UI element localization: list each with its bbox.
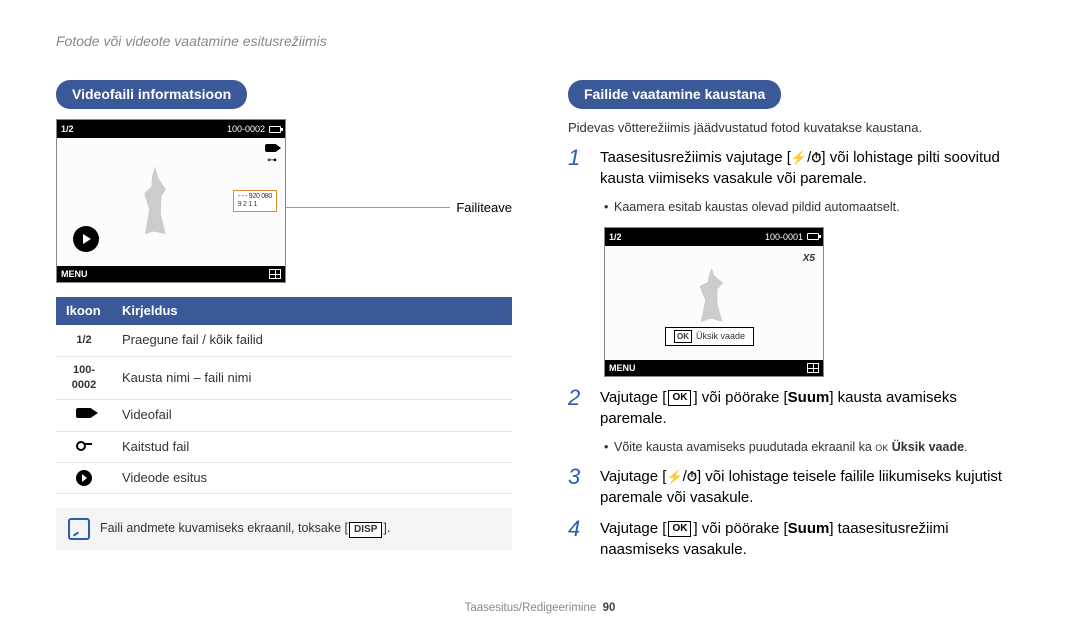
lock-icon: ⊶	[267, 154, 277, 168]
ok-button-label: OK	[668, 521, 691, 537]
desc-cell: Kaitstud fail	[112, 431, 512, 462]
ok-label: OK	[674, 330, 692, 343]
desc-cell: Videofail	[112, 400, 512, 431]
camera-screen-left: 1/2 100-0002 ⊶ - - - 920 080 9 2 1	[56, 119, 286, 283]
icon-cell: 1/2	[56, 325, 112, 356]
video-icon	[265, 144, 277, 152]
left-column: Videofaili informatsioon 1/2 100-0002 ⊶	[56, 80, 512, 571]
camera-screen-right: 1/2 100-0001 X5 OK Üksik vaade MENU	[604, 227, 824, 377]
step-body: Vajutage [OK] või pöörake [Suum] kausta …	[600, 387, 1024, 429]
cam-folder: 100-0002	[227, 123, 265, 136]
th-desc: Kirjeldus	[112, 297, 512, 325]
step-number: 1	[568, 147, 586, 189]
note-icon	[68, 518, 90, 540]
battery-icon	[807, 233, 819, 240]
table-row: 1/2 Praegune fail / kõik failid	[56, 325, 512, 356]
timer-icon: ⏱	[687, 468, 697, 486]
th-icon: Ikoon	[56, 297, 112, 325]
step-body: Taasesitusrežiimis vajutage [⚡/⏱] või lo…	[600, 147, 1024, 189]
file-info-overlay: - - - 920 080 9 2 1 1	[233, 190, 277, 211]
table-row: Videode esitus	[56, 462, 512, 493]
desc-cell: Videode esitus	[112, 462, 512, 493]
grid-icon	[269, 269, 281, 279]
thumbnail-figure	[695, 268, 727, 322]
note-box: Faili andmete kuvamiseks ekraanil, toksa…	[56, 508, 512, 550]
heading-video-info: Videofaili informatsioon	[56, 80, 247, 110]
table-row: Videofail	[56, 400, 512, 431]
step-3: 3 Vajutage [⚡/⏱] või lohistage teisele f…	[568, 466, 1024, 508]
step-number: 2	[568, 387, 586, 429]
heading-folder-view: Failide vaatamine kaustana	[568, 80, 781, 110]
callout-line	[286, 207, 450, 208]
burst-count: X5	[803, 252, 815, 266]
desc-cell: Praegune fail / kõik failid	[112, 325, 512, 356]
timer-icon: ⏱	[811, 149, 821, 167]
page-subtitle: Fotode või videote vaatamine esitusrežii…	[56, 32, 1024, 52]
step-2: 2 Vajutage [OK] või pöörake [Suum] kaust…	[568, 387, 1024, 429]
icon-cell: 100-0002	[56, 356, 112, 400]
key-icon	[76, 439, 92, 449]
thumbnail-figure	[137, 166, 173, 234]
single-view-label: Üksik vaade	[696, 330, 745, 343]
table-row: 100-0002 Kausta nimi – faili nimi	[56, 356, 512, 400]
step-body: Vajutage [⚡/⏱] või lohistage teisele fai…	[600, 466, 1024, 508]
play-circle-icon	[76, 470, 92, 486]
grid-icon	[807, 363, 819, 373]
flash-icon: ⚡	[666, 468, 682, 486]
note-text: Faili andmete kuvamiseks ekraanil, toksa…	[100, 520, 390, 538]
cam-folder: 100-0001	[765, 231, 803, 244]
ok-button-label: OK	[668, 390, 691, 406]
intro-text: Pidevas võtterežiimis jäädvustatud fotod…	[568, 119, 1024, 137]
icon-cell	[56, 462, 112, 493]
ok-button-label: OK	[875, 443, 888, 453]
icon-cell	[56, 431, 112, 462]
step-number: 3	[568, 466, 586, 508]
icon-cell	[56, 400, 112, 431]
step-body: Vajutage [OK] või pöörake [Suum] taasesi…	[600, 518, 1024, 560]
flash-icon: ⚡	[791, 149, 807, 167]
single-view-button: OK Üksik vaade	[665, 327, 754, 346]
step-1: 1 Taasesitusrežiimis vajutage [⚡/⏱] või …	[568, 147, 1024, 189]
callout-label: Failiteave	[456, 199, 512, 217]
battery-icon	[269, 126, 281, 133]
icon-description-table: Ikoon Kirjeldus 1/2 Praegune fail / kõik…	[56, 297, 512, 494]
cam-counter: 1/2	[609, 231, 622, 244]
desc-cell: Kausta nimi – faili nimi	[112, 356, 512, 400]
menu-label: MENU	[61, 268, 88, 281]
video-icon	[76, 408, 92, 418]
page-footer: Taasesitus/Redigeerimine 90	[0, 600, 1080, 616]
cam-counter: 1/2	[61, 123, 74, 136]
step-number: 4	[568, 518, 586, 560]
menu-label: MENU	[609, 362, 636, 375]
bullet-item: Kaamera esitab kaustas olevad pildid aut…	[604, 199, 1024, 217]
table-row: Kaitstud fail	[56, 431, 512, 462]
bullet-item: Võite kausta avamiseks puudutada ekraani…	[604, 439, 1024, 457]
right-column: Failide vaatamine kaustana Pidevas võtte…	[568, 80, 1024, 571]
step-4: 4 Vajutage [OK] või pöörake [Suum] taase…	[568, 518, 1024, 560]
play-icon	[73, 226, 99, 252]
disp-button-label: DISP	[349, 522, 382, 538]
